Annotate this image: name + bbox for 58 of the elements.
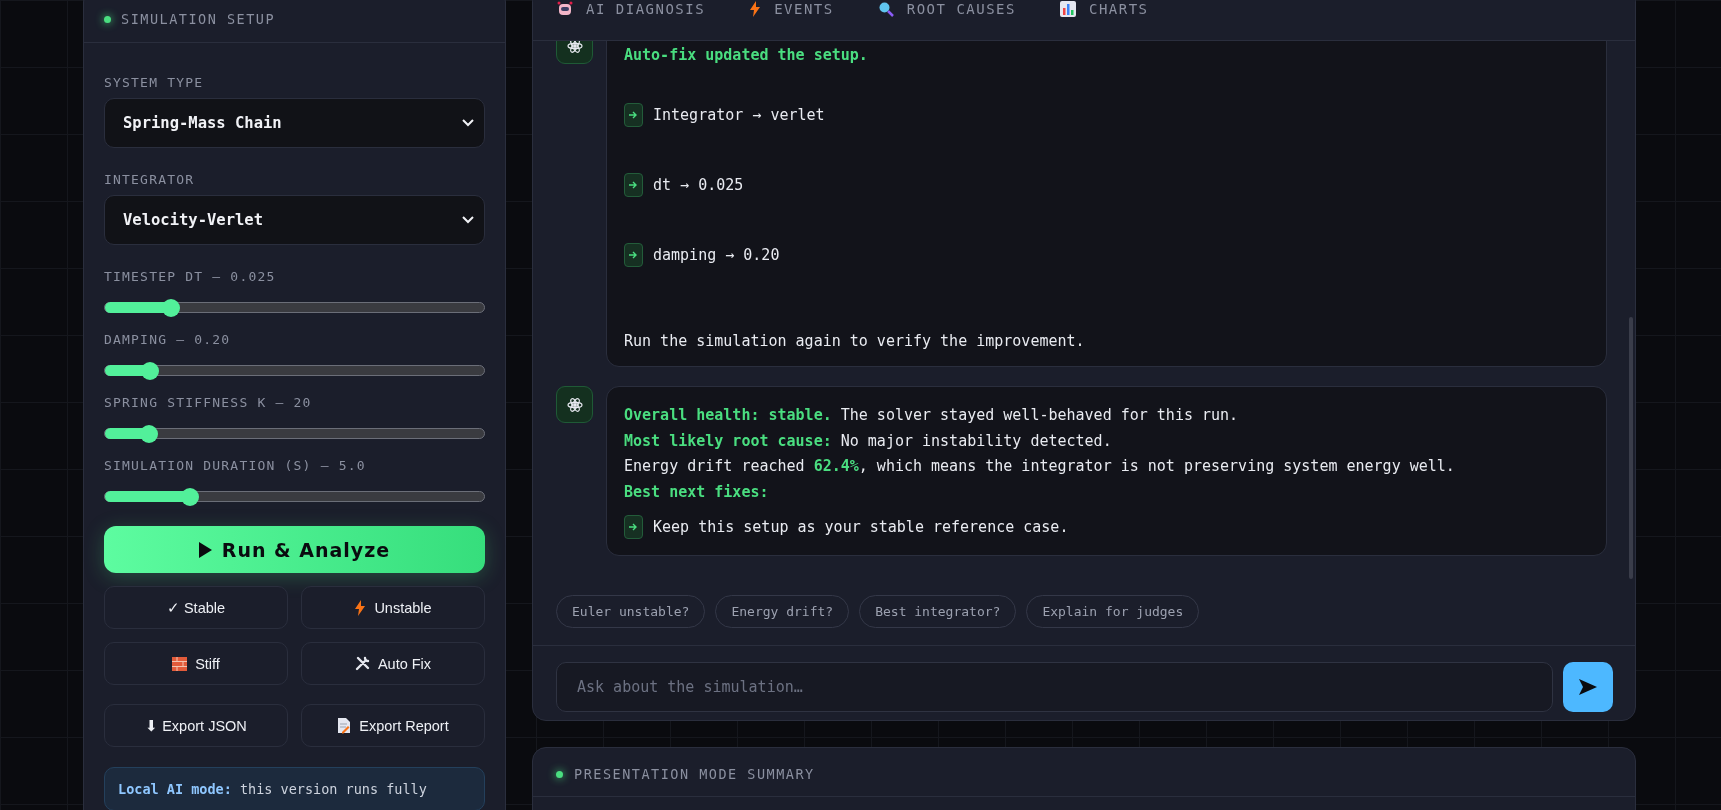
suggestion-chip[interactable]: Explain for judges xyxy=(1026,595,1200,628)
list-item: dt → 0.025 xyxy=(653,176,744,194)
field-label: INTEGRATOR xyxy=(104,172,196,187)
bar-chart-icon xyxy=(1059,1,1076,17)
suggestion-chip[interactable]: Energy drift? xyxy=(715,595,850,628)
slider-thumb[interactable] xyxy=(181,487,200,506)
select-field[interactable]: Spring-Mass Chain xyxy=(104,98,485,148)
message-text: Run the simulation again to verify the improvement. xyxy=(624,331,1086,352)
message-text: Most likely root cause: No major instability detected. xyxy=(624,430,1113,452)
chevron-icon xyxy=(462,216,474,224)
message-title: Auto-fix updated the setup. xyxy=(624,45,869,66)
document-icon xyxy=(337,717,352,734)
field-label: TIMESTEP DT — 0.025 xyxy=(104,269,277,284)
preset-button[interactable]: Unstable xyxy=(301,586,485,629)
slider-thumb[interactable] xyxy=(162,298,181,317)
run-button[interactable]: Run & Analyze xyxy=(104,526,485,573)
tab[interactable]: AI DIAGNOSIS xyxy=(557,1,706,23)
brick-icon xyxy=(172,656,188,671)
send-icon xyxy=(1579,679,1597,695)
message-text: Overall health: stable. The solver stayed well-behaved for this run. xyxy=(624,405,1240,426)
preset-button[interactable]: ⬇ Export JSON xyxy=(104,704,288,747)
lightning-icon xyxy=(749,1,762,17)
slider-thumb[interactable] xyxy=(141,361,160,380)
panel-title: SIMULATION SETUP xyxy=(121,11,276,27)
list-item: Keep this setup as your stable reference case. xyxy=(653,518,1069,536)
chat-input[interactable]: Ask about the simulation… xyxy=(556,662,1553,712)
status-dot xyxy=(104,15,111,23)
field-label: SIMULATION DURATION (S) — 5.0 xyxy=(104,458,367,473)
message-text: Energy drift reached 62.4%, which means the integrator is not preserving system energy well. xyxy=(624,456,1456,477)
preset-button[interactable]: Auto Fix xyxy=(301,642,485,685)
slider-thumb[interactable] xyxy=(139,424,158,443)
atom-icon xyxy=(566,396,583,413)
message-text: Best next fixes: xyxy=(624,481,770,503)
tab[interactable]: EVENTS xyxy=(749,1,834,23)
select-field[interactable]: Velocity-Verlet xyxy=(104,195,485,245)
suggestion-chip[interactable]: Euler unstable? xyxy=(556,595,706,628)
robot-icon xyxy=(557,1,573,17)
atom-icon xyxy=(566,41,583,54)
play-icon xyxy=(198,541,212,558)
field-label: SYSTEM TYPE xyxy=(104,75,205,90)
field-label: SPRING STIFFNESS K — 20 xyxy=(104,395,313,410)
list-item: Integrator → verlet xyxy=(653,106,825,124)
suggestion-chip[interactable]: Best integrator? xyxy=(859,595,1017,628)
send-button[interactable] xyxy=(1563,662,1613,712)
info-note: Local AI mode: this version runs fully xyxy=(104,767,485,810)
card-title: PRESENTATION MODE SUMMARY xyxy=(574,766,815,782)
lightning-icon xyxy=(354,599,367,616)
list-item: damping → 0.20 xyxy=(653,246,780,264)
tab[interactable]: CHARTS xyxy=(1059,1,1149,23)
preset-button[interactable]: ✓ Stable xyxy=(104,586,288,629)
status-dot xyxy=(556,770,563,778)
tab[interactable]: ROOT CAUSES xyxy=(877,1,1016,23)
search-icon xyxy=(877,1,894,17)
chevron-icon xyxy=(462,119,474,127)
field-label: DAMPING — 0.20 xyxy=(104,332,232,347)
preset-button[interactable]: Stiff xyxy=(104,642,288,685)
tools-icon xyxy=(354,656,370,671)
preset-button[interactable]: Export Report xyxy=(301,704,485,747)
